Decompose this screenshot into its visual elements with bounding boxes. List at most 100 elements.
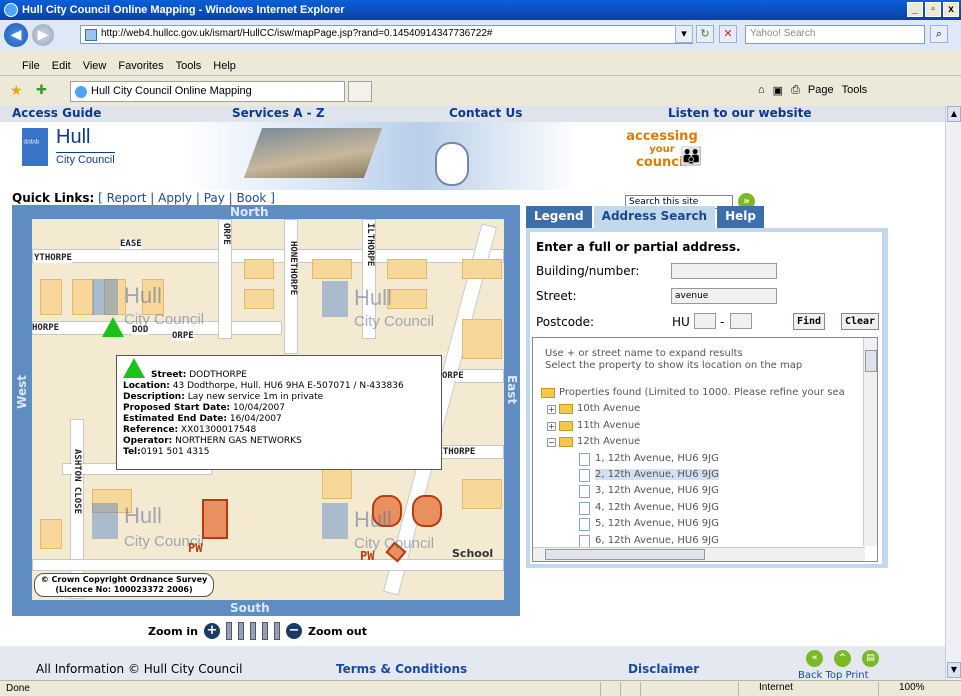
warning-icon: [123, 358, 145, 378]
address-field[interactable]: http://web4.hullcc.gov.uk/ismart/HullCC/…: [80, 25, 693, 44]
pan-north[interactable]: North: [230, 205, 268, 219]
contact-link[interactable]: Contact Us: [449, 106, 522, 120]
map-canvas[interactable]: EASE YTHORPE ORPE HONETHORPE ILTHORPE HO…: [32, 219, 504, 600]
pw-label: PW: [360, 549, 375, 563]
stop-icon[interactable]: ✕: [719, 25, 737, 43]
listen-link[interactable]: Listen to our website: [668, 106, 811, 120]
menu-help[interactable]: Help: [213, 60, 236, 72]
feeds-icon[interactable]: ▣: [773, 84, 783, 97]
dropdown-icon[interactable]: ▾: [675, 25, 693, 43]
zoom-in-icon[interactable]: +: [203, 623, 220, 639]
expand-icon[interactable]: +: [547, 421, 556, 431]
hull-crest-watermark-icon: [322, 503, 348, 539]
new-tab-button[interactable]: [348, 81, 372, 102]
location-value: 43 Dodthorpe, Hull. HU6 9HA E-507071 / N…: [172, 381, 404, 391]
scroll-up-icon[interactable]: ▲: [947, 106, 961, 122]
browser-tab[interactable]: Hull City Council Online Mapping: [70, 81, 345, 102]
document-icon: [579, 468, 590, 482]
results-vertical-scrollbar[interactable]: [863, 338, 877, 546]
page-footer: All Information © Hull City Council Term…: [0, 646, 945, 680]
back-icon[interactable]: «: [806, 650, 823, 667]
road-label: YTHORPE: [34, 253, 72, 263]
refresh-icon[interactable]: ↻: [696, 25, 714, 43]
results-horizontal-scrollbar[interactable]: [533, 547, 865, 561]
status-bar: Done Internet 100%: [0, 680, 961, 696]
postcode-field-2[interactable]: [730, 313, 752, 329]
hull-crest-watermark-icon: [92, 503, 118, 539]
scroll-down-icon[interactable]: ▼: [947, 662, 961, 678]
tel-value: 0191 501 4315: [140, 447, 210, 457]
pan-east[interactable]: East: [505, 375, 519, 404]
map-building: [462, 259, 502, 279]
scroll-thumb[interactable]: [865, 350, 877, 372]
zoom-level-1[interactable]: [225, 622, 232, 640]
zoom-level-5[interactable]: [273, 622, 280, 640]
tab-legend[interactable]: Legend: [526, 206, 592, 228]
print-page-icon[interactable]: ▤: [862, 650, 879, 667]
page-menu[interactable]: Page: [808, 84, 834, 97]
quick-links: Quick Links: [ Report | Apply | Pay | Bo…: [12, 191, 275, 205]
close-button[interactable]: x: [943, 2, 959, 17]
disclaimer-link[interactable]: Disclaimer: [628, 662, 699, 676]
document-icon: [579, 452, 590, 466]
access-guide-link[interactable]: Access Guide: [12, 106, 101, 120]
book-link[interactable]: Book: [237, 191, 267, 205]
page-scrollbar[interactable]: ▲ ▼: [945, 106, 961, 680]
tools-menu[interactable]: Tools: [842, 84, 868, 97]
top-icon[interactable]: ^: [834, 650, 851, 667]
hull-logo[interactable]: Hull City Council: [22, 126, 132, 170]
road-label: ILTHORPE: [365, 223, 375, 267]
scroll-thumb[interactable]: [545, 549, 705, 560]
terms-link[interactable]: Terms & Conditions: [336, 662, 467, 676]
collapse-icon[interactable]: −: [547, 438, 556, 448]
end-date-value: 16/04/2007: [229, 414, 282, 424]
print-icon[interactable]: ⎙: [791, 84, 800, 97]
zoom-level-3[interactable]: [249, 622, 256, 640]
map-building: [462, 479, 502, 509]
maximize-button[interactable]: ▫: [925, 2, 941, 17]
report-link[interactable]: Report: [107, 191, 147, 205]
search-icon[interactable]: ⌕: [930, 25, 948, 43]
folder-icon: [541, 388, 555, 398]
reference-label: Reference:: [123, 425, 179, 435]
home-icon[interactable]: ⌂: [758, 84, 765, 97]
building-field[interactable]: [671, 263, 777, 279]
description-value: Lay new service 1m in private: [187, 392, 324, 402]
postcode-label: Postcode:: [536, 315, 595, 329]
property-label: 5, 12th Avenue, HU6 9JG: [595, 518, 719, 530]
map-building: [72, 279, 94, 315]
minimize-button[interactable]: _: [907, 2, 923, 17]
back-button[interactable]: ◀: [4, 23, 28, 47]
search-input[interactable]: Yahoo! Search: [745, 25, 925, 44]
zoom-level-4[interactable]: [261, 622, 268, 640]
apply-link[interactable]: Apply: [158, 191, 192, 205]
menu-favorites[interactable]: Favorites: [118, 60, 163, 72]
find-button[interactable]: Find: [793, 313, 825, 330]
pay-link[interactable]: Pay: [204, 191, 225, 205]
pan-west[interactable]: West: [15, 375, 29, 409]
favorites-star-icon[interactable]: ★: [10, 82, 23, 99]
zoom-level-2[interactable]: [237, 622, 244, 640]
menu-edit[interactable]: Edit: [52, 60, 71, 72]
tab-address-search[interactable]: Address Search: [593, 206, 716, 228]
forward-button[interactable]: ▶: [32, 24, 54, 46]
services-link[interactable]: Services A - Z: [232, 106, 325, 120]
menu-tools[interactable]: Tools: [176, 60, 202, 72]
zoom-indicator[interactable]: 100%: [878, 682, 961, 696]
expand-icon[interactable]: +: [547, 405, 556, 415]
clear-button[interactable]: Clear: [841, 313, 879, 330]
pan-south[interactable]: South: [230, 601, 270, 615]
title-bar: Hull City Council Online Mapping - Windo…: [0, 0, 961, 20]
web-page: Access Guide Services A - Z Contact Us L…: [0, 106, 945, 680]
roadworks-warning-icon[interactable]: [102, 317, 124, 337]
map-building: [322, 469, 352, 499]
street-field[interactable]: avenue: [671, 288, 777, 304]
menu-view[interactable]: View: [83, 60, 107, 72]
accessing-your-council[interactable]: accessing your council 👪: [602, 130, 722, 169]
zoom-out-icon[interactable]: −: [285, 623, 302, 639]
menu-file[interactable]: File: [22, 60, 40, 72]
add-favorite-icon[interactable]: ✚: [36, 82, 47, 98]
status-text: Done: [6, 683, 30, 694]
tab-help[interactable]: Help: [717, 206, 764, 228]
postcode-field-1[interactable]: [694, 313, 716, 329]
